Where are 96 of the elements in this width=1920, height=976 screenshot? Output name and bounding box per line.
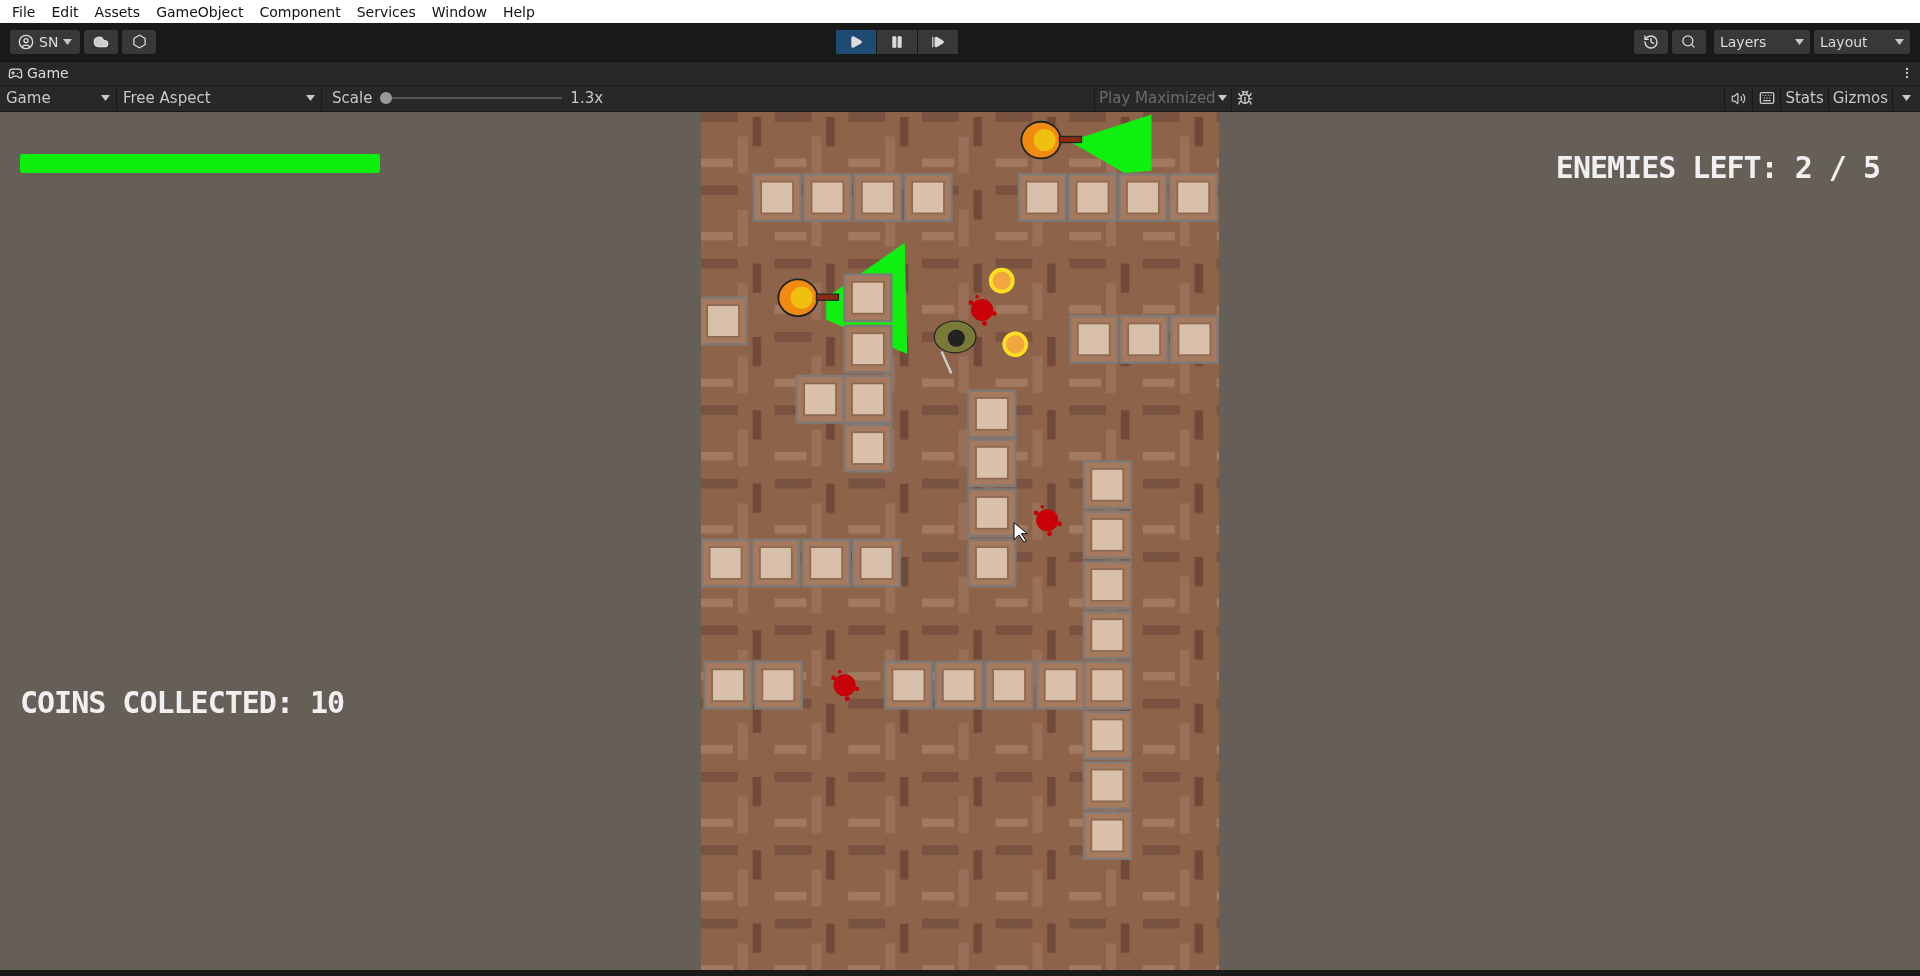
gamepad-icon [8, 65, 23, 81]
wooden-crate [853, 173, 903, 222]
scale-label: Scale [332, 89, 373, 108]
layout-dropdown[interactable]: Layout [1814, 30, 1910, 54]
wooden-crate [967, 488, 1017, 538]
wooden-crate [883, 660, 933, 710]
enemies-counter: ENEMIES LEFT: 2 / 5 [1555, 150, 1880, 185]
wooden-crate [1119, 314, 1169, 364]
pause-button[interactable] [877, 30, 918, 54]
wooden-crate [701, 538, 751, 588]
guard-drawing [1020, 120, 1083, 160]
wooden-crate [1082, 660, 1132, 710]
wooden-crate [751, 538, 801, 588]
coins-counter: COINS COLLECTED: 10 [20, 685, 345, 720]
search-icon [1681, 34, 1697, 50]
cloud-icon [93, 34, 110, 50]
wooden-crate [1082, 761, 1132, 810]
wooden-crate [795, 374, 845, 424]
wooden-crate [984, 660, 1034, 710]
wooden-crate [1168, 173, 1218, 222]
play-icon [849, 35, 864, 49]
caret-icon [101, 95, 110, 102]
hexagon-button[interactable] [122, 30, 157, 54]
soldier-drawing [933, 320, 977, 375]
caret-icon [1217, 95, 1227, 102]
pause-icon [890, 35, 905, 49]
scale-reading: 1.3x [570, 89, 604, 108]
wooden-crate [843, 374, 893, 424]
keyboard-icon [1758, 90, 1775, 107]
wooden-crate [1169, 314, 1219, 364]
menu-item[interactable]: Component [251, 3, 349, 20]
blood-splat [968, 294, 997, 326]
wooden-crate [753, 660, 803, 710]
caret-icon [1895, 39, 1904, 45]
aspect-dropdown[interactable]: Free Aspect [117, 86, 322, 111]
wooden-crate [852, 538, 902, 588]
stats-button[interactable]: Stats [1780, 86, 1828, 111]
caret-icon [63, 39, 73, 45]
display-dropdown[interactable]: Game [0, 86, 117, 111]
gizmos-button[interactable]: Gizmos [1827, 86, 1892, 111]
play-button[interactable] [836, 30, 877, 54]
wooden-crate [967, 438, 1017, 488]
wooden-crate [1082, 560, 1132, 610]
wooden-crate [802, 173, 852, 222]
cloud-button[interactable] [84, 30, 119, 54]
layers-dropdown[interactable]: Layers [1714, 30, 1810, 54]
history-button[interactable] [1634, 30, 1668, 54]
search-button[interactable] [1672, 30, 1706, 54]
hexagon-icon [131, 34, 147, 50]
wooden-crate [843, 423, 893, 473]
game-tab[interactable]: Game [8, 65, 69, 82]
wooden-crate [843, 273, 893, 323]
step-icon [931, 35, 946, 49]
slider-thumb[interactable] [380, 92, 393, 105]
mouse-cursor-icon [1013, 522, 1028, 543]
history-icon [1643, 34, 1659, 50]
coin [1002, 331, 1029, 358]
user-icon [18, 34, 34, 50]
menu-item[interactable]: File [4, 3, 44, 20]
wooden-crate [1069, 314, 1119, 364]
wooden-crate [1082, 811, 1132, 860]
step-button[interactable] [918, 30, 959, 54]
wooden-crate [1036, 660, 1086, 710]
wooden-crate [701, 296, 748, 346]
caret-icon [306, 95, 315, 102]
menu-item[interactable]: GameObject [148, 3, 252, 20]
blood-splat [1033, 504, 1062, 537]
speaker-icon [1731, 91, 1747, 106]
wooden-crate [801, 538, 851, 588]
bug-icon [1237, 90, 1254, 107]
scale-slider[interactable] [380, 92, 563, 105]
wooden-crate [703, 660, 753, 710]
wooden-crate [1017, 173, 1067, 222]
wooden-crate [1068, 173, 1118, 222]
menu-item[interactable]: Edit [43, 3, 87, 20]
wooden-crate [752, 173, 802, 222]
wooden-crate [1082, 510, 1132, 560]
wooden-crate [903, 173, 953, 222]
wooden-crate [1082, 710, 1132, 760]
caret-icon [1902, 95, 1911, 102]
menu-item[interactable]: Help [494, 3, 543, 20]
menu-item[interactable]: Services [348, 3, 424, 20]
guard-drawing [777, 278, 840, 318]
wooden-crate [967, 538, 1017, 588]
blood-splat [831, 669, 860, 702]
wooden-crate [1082, 610, 1132, 660]
menu-item[interactable]: Window [423, 3, 495, 20]
wooden-crate [1082, 460, 1132, 510]
coin [988, 267, 1015, 294]
caret-icon [1795, 39, 1804, 45]
wooden-crate [1118, 173, 1168, 222]
wooden-crate [843, 324, 893, 374]
menu-item[interactable]: Assets [86, 3, 149, 20]
wooden-crate [967, 389, 1017, 439]
account-button[interactable]: SN [10, 30, 81, 54]
wooden-crate [934, 660, 984, 710]
